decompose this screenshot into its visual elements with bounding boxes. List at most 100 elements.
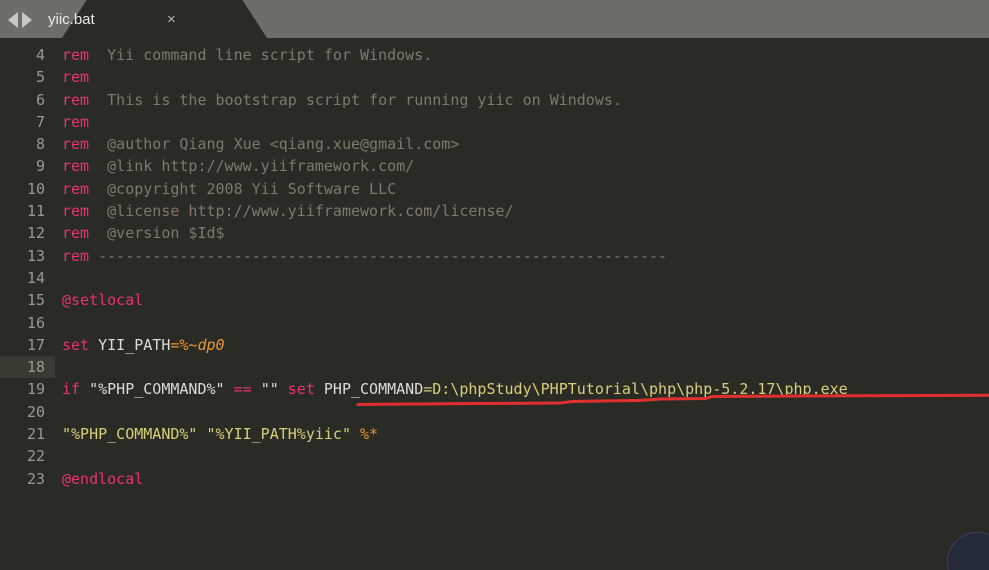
code-token: =%~dp0 xyxy=(170,335,225,354)
code-token: =D:\phpStudy\PHPTutorial\php\php-5.2.17\… xyxy=(423,380,848,399)
tab-label: yiic.bat xyxy=(48,11,95,28)
line-number: 23 xyxy=(26,469,45,488)
code-line[interactable]: 13 rem ----------------------------------… xyxy=(0,245,989,267)
code-token: %* xyxy=(360,425,379,444)
code-line[interactable]: 14 xyxy=(0,267,989,289)
line-number: 11 xyxy=(26,202,45,221)
code-token: @author Qiang Xue <qiang.xue@gmail.com> xyxy=(89,135,460,154)
line-number: 14 xyxy=(26,268,45,287)
code-token: "%PHP_COMMAND%" xyxy=(89,380,225,399)
code-line[interactable]: 6 rem This is the bootstrap script for ru… xyxy=(0,89,989,111)
line-number: 20 xyxy=(26,402,45,421)
code-token: set xyxy=(287,380,315,399)
code-token: set xyxy=(62,335,90,354)
code-token: rem xyxy=(62,90,90,109)
code-token: == xyxy=(233,380,252,399)
code-line[interactable]: 12 rem @version $Id$ xyxy=(0,222,989,244)
code-line[interactable]: 17 set YII_PATH=%~dp0 xyxy=(0,334,989,356)
code-token: @endlocal xyxy=(62,469,144,488)
code-lines-container: 4 rem Yii command line script for Windows… xyxy=(0,44,989,490)
code-token: @version $Id$ xyxy=(89,224,225,243)
code-editor[interactable]: 4 rem Yii command line script for Windows… xyxy=(0,38,989,570)
line-number: 21 xyxy=(26,425,45,444)
line-number: 18 xyxy=(26,358,45,377)
code-line[interactable]: 21 "%PHP_COMMAND%" "%YII_PATH%yiic" %* xyxy=(0,423,989,445)
code-line[interactable]: 19 if "%PHP_COMMAND%" == "" set PHP_COMMA… xyxy=(0,378,989,400)
code-token: @license http://www.yiiframework.com/lic… xyxy=(89,202,514,221)
triangle-left-icon[interactable] xyxy=(8,12,18,28)
line-number: 9 xyxy=(35,157,45,176)
code-line-text: "%PHP_COMMAND%" "%YII_PATH%yiic" %* xyxy=(62,423,378,445)
code-token: "%PHP_COMMAND%" "%YII_PATH%yiic" xyxy=(62,425,351,444)
line-number: 19 xyxy=(26,380,45,399)
code-line-text: @endlocal xyxy=(62,468,143,490)
code-token: rem xyxy=(62,202,90,221)
code-token: rem xyxy=(62,68,90,87)
code-line[interactable]: 16 xyxy=(0,312,989,334)
code-token: PHP_COMMAND xyxy=(323,380,424,399)
code-line-text: if "%PHP_COMMAND%" == "" set PHP_COMMAND… xyxy=(62,378,848,400)
code-line-text: rem ------------------------------------… xyxy=(62,245,667,267)
code-line[interactable]: 8 rem @author Qiang Xue <qiang.xue@gmail.… xyxy=(0,133,989,155)
line-number: 17 xyxy=(26,335,45,354)
code-token: @setlocal xyxy=(62,291,144,310)
code-line-text: rem xyxy=(62,111,89,133)
code-line[interactable]: 4 rem Yii command line script for Windows… xyxy=(0,44,989,66)
line-number: 4 xyxy=(35,46,45,64)
code-line-text: set YII_PATH=%~dp0 xyxy=(62,334,225,356)
code-line-text: rem @link http://www.yiiframework.com/ xyxy=(62,155,414,177)
line-number: 5 xyxy=(35,68,45,87)
line-number: 7 xyxy=(35,112,45,131)
code-token: YII_PATH xyxy=(98,335,171,354)
line-number: 16 xyxy=(26,313,45,332)
code-line-text: rem Yii command line script for Windows. xyxy=(62,44,432,66)
code-token: @link http://www.yiiframework.com/ xyxy=(89,157,415,176)
code-line[interactable]: 9 rem @link http://www.yiiframework.com/ xyxy=(0,155,989,177)
code-line-text: rem @copyright 2008 Yii Software LLC xyxy=(62,178,396,200)
code-token: rem xyxy=(62,224,90,243)
code-line[interactable]: 11 rem @license http://www.yiiframework.c… xyxy=(0,200,989,222)
code-token: rem xyxy=(62,46,90,64)
code-token: "" xyxy=(260,380,279,399)
triangle-right-icon[interactable] xyxy=(22,12,32,28)
code-token: @copyright 2008 Yii Software LLC xyxy=(89,179,397,198)
tab-bar: yiic.bat × xyxy=(0,0,989,38)
code-line-text: rem This is the bootstrap script for run… xyxy=(62,89,622,111)
line-number: 15 xyxy=(26,291,45,310)
line-number: 13 xyxy=(26,246,45,265)
code-line-text: rem xyxy=(62,66,89,88)
code-token: This is the bootstrap script for running… xyxy=(89,90,622,109)
decorative-circle xyxy=(947,532,989,570)
code-line-text: rem @license http://www.yiiframework.com… xyxy=(62,200,514,222)
line-number: 10 xyxy=(26,179,45,198)
code-line[interactable]: 15 @setlocal xyxy=(0,289,989,311)
code-token: rem xyxy=(62,179,90,198)
code-token: ----------------------------------------… xyxy=(89,246,668,265)
code-line[interactable]: 20 xyxy=(0,401,989,423)
close-icon[interactable]: × xyxy=(167,11,176,28)
code-line-text: rem @version $Id$ xyxy=(62,222,225,244)
code-line[interactable]: 23 @endlocal xyxy=(0,468,989,490)
code-line[interactable]: 22 xyxy=(0,445,989,467)
code-line[interactable]: 10 rem @copyright 2008 Yii Software LLC xyxy=(0,178,989,200)
code-token: rem xyxy=(62,246,90,265)
line-number: 8 xyxy=(35,135,45,154)
line-number: 12 xyxy=(26,224,45,243)
code-line[interactable]: 7 rem xyxy=(0,111,989,133)
code-token: if xyxy=(62,380,81,399)
line-number: 6 xyxy=(35,90,45,109)
code-line[interactable]: 18 xyxy=(0,356,989,379)
code-line-text: @setlocal xyxy=(62,289,143,311)
code-token: Yii command line script for Windows. xyxy=(89,46,433,64)
code-line-text: rem @author Qiang Xue <qiang.xue@gmail.c… xyxy=(62,133,459,155)
code-line[interactable]: 5 rem xyxy=(0,66,989,88)
code-token: rem xyxy=(62,112,90,131)
code-token: rem xyxy=(62,157,90,176)
